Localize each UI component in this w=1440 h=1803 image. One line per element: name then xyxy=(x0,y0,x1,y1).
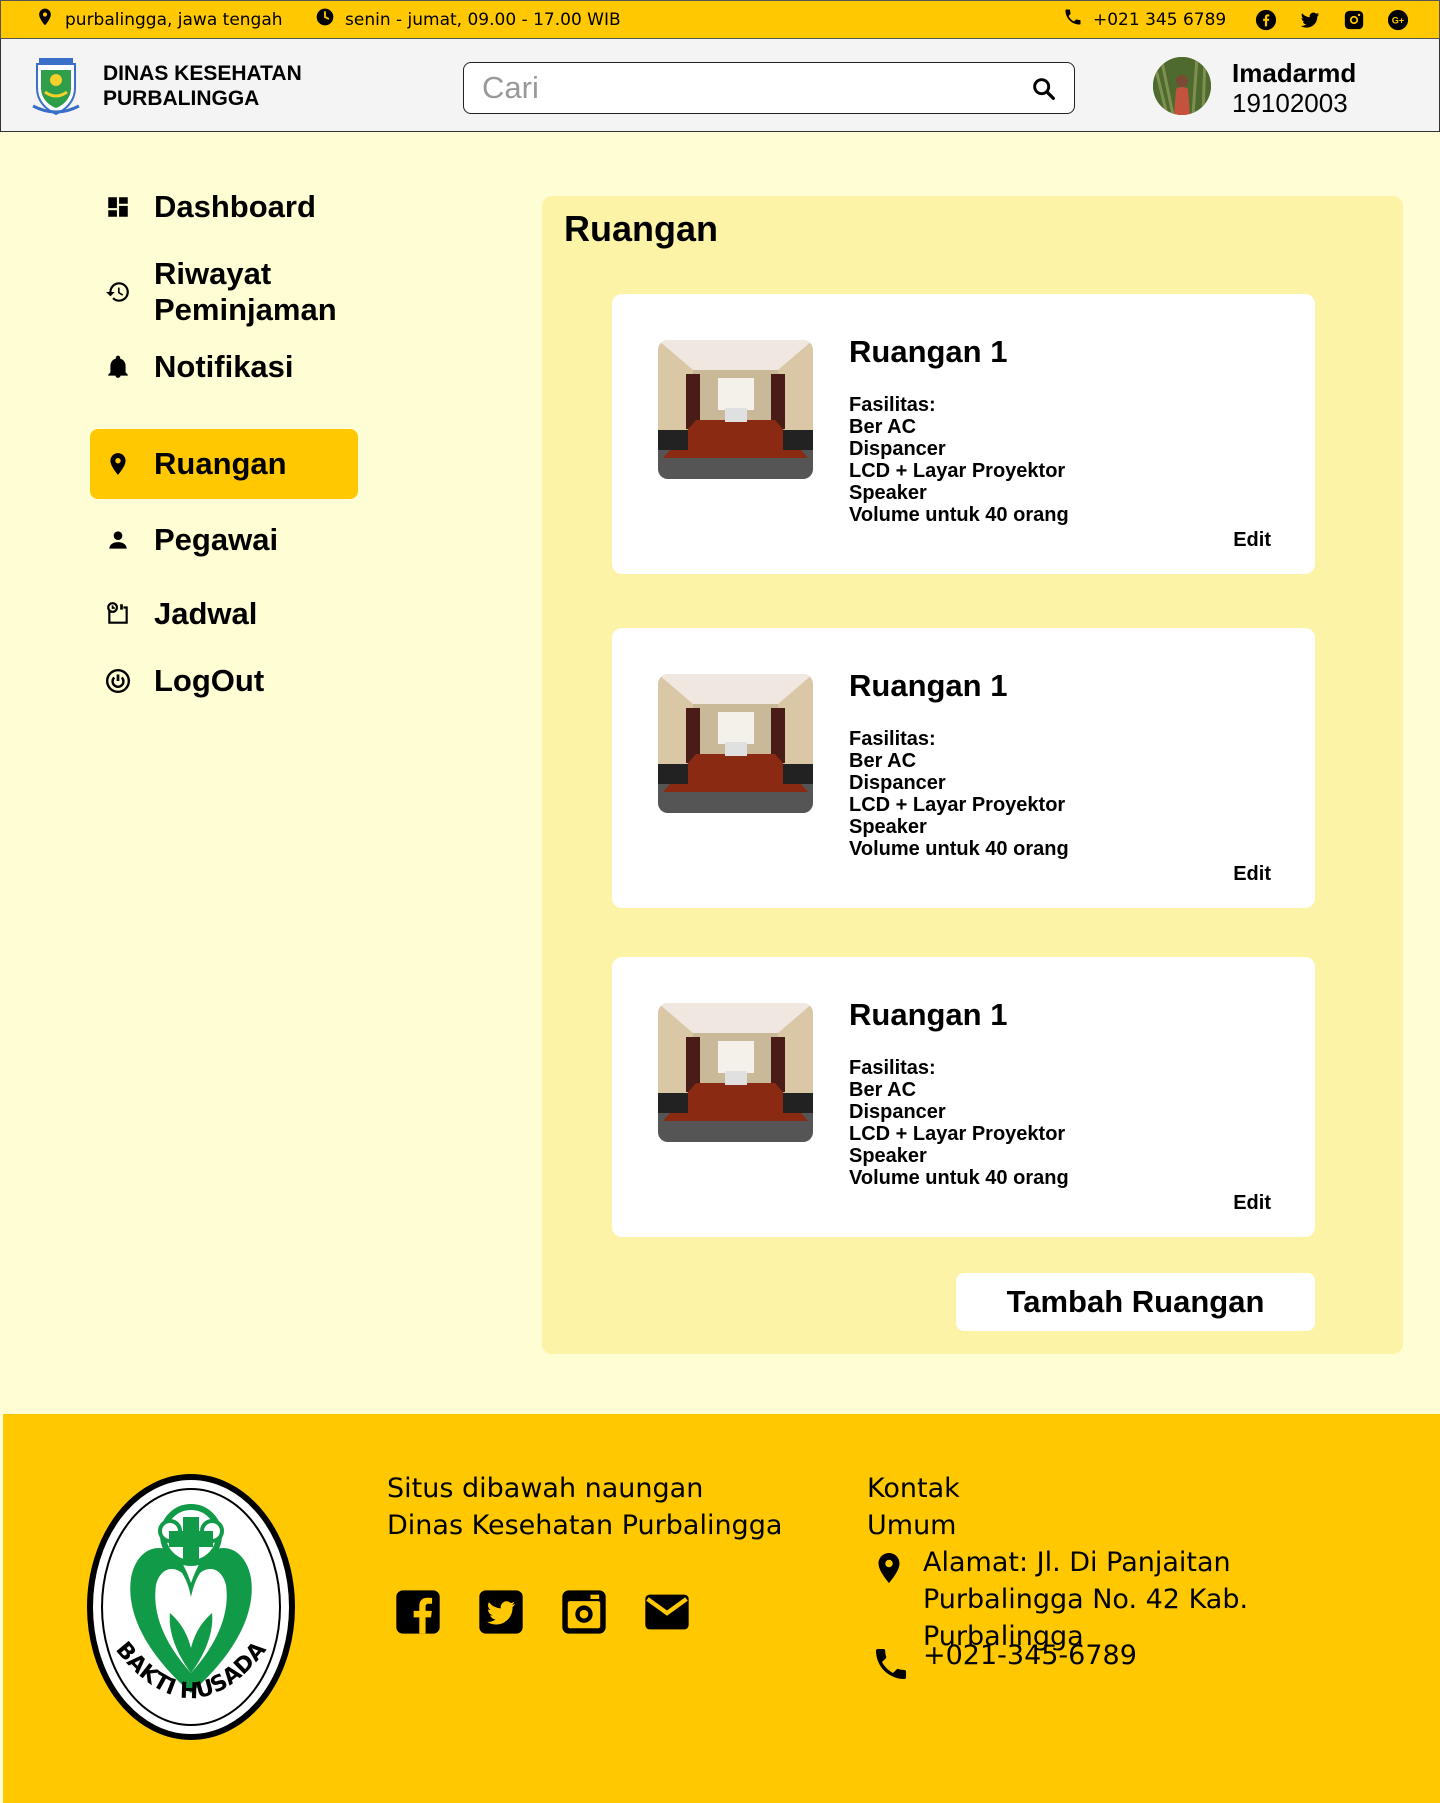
phone-icon xyxy=(1063,7,1083,32)
edit-room-link[interactable]: Edit xyxy=(1233,1192,1271,1215)
location-pin-icon xyxy=(871,1548,907,1588)
facility-line: Speaker xyxy=(849,482,927,504)
history-icon xyxy=(104,278,132,306)
top-social-links: G+ xyxy=(1255,1,1409,38)
location-pin-icon xyxy=(35,7,55,32)
purbalingga-crest-logo[interactable] xyxy=(31,56,81,116)
facility-line: LCD + Layar Proyektor xyxy=(849,460,1066,482)
mail-icon[interactable] xyxy=(641,1586,693,1638)
sidebar-item-label: Notifikasi xyxy=(154,349,294,384)
facility-line: Ber AC xyxy=(849,1079,917,1101)
location-info: purbalingga, jawa tengah xyxy=(35,1,283,38)
sidebar-item-pegawai[interactable]: Pegawai xyxy=(90,505,358,575)
site-header: DINAS KESEHATAN PURBALINGGA Imadarmd 191… xyxy=(0,39,1440,132)
room-card: Ruangan 1 Fasilitas: Ber AC Dispancer LC… xyxy=(612,957,1315,1237)
facility-line: Volume untuk 40 orang xyxy=(849,838,1069,860)
facility-line: Ber AC xyxy=(849,416,917,438)
twitter-icon[interactable] xyxy=(475,1586,527,1638)
top-info-bar: purbalingga, jawa tengah senin - jumat, … xyxy=(0,0,1440,39)
footer-about: Situs dibawah naungan Dinas Kesehatan Pu… xyxy=(387,1473,783,1541)
schedule-icon xyxy=(104,600,132,628)
room-name: Ruangan 1 xyxy=(849,668,1008,703)
hours-info: senin - jumat, 09.00 - 17.00 WIB xyxy=(315,1,621,38)
room-card: Ruangan 1 Fasilitas: Ber AC Dispancer LC… xyxy=(612,294,1315,574)
power-icon xyxy=(104,667,132,695)
facility-line: Speaker xyxy=(849,1145,927,1167)
ruangan-panel: Ruangan Ruangan 1 Fasilitas: Ber AC Disp… xyxy=(542,196,1403,1354)
bakti-husada-logo: BAKTI HUSADA xyxy=(86,1473,296,1741)
location-text: purbalingga, jawa tengah xyxy=(65,9,283,30)
phone-icon xyxy=(871,1644,911,1684)
instagram-icon[interactable] xyxy=(558,1586,610,1638)
sidebar-item-label: LogOut xyxy=(154,663,265,698)
google-plus-icon[interactable]: G+ xyxy=(1387,9,1409,31)
room-facilities: Fasilitas: Ber AC Dispancer LCD + Layar … xyxy=(849,728,1069,860)
room-photo xyxy=(658,674,813,813)
phone-text: +021 345 6789 xyxy=(1093,9,1227,30)
sidebar-item-label: Jadwal xyxy=(154,596,258,631)
edit-room-link[interactable]: Edit xyxy=(1233,529,1271,552)
room-facilities: Fasilitas: Ber AC Dispancer LCD + Layar … xyxy=(849,1057,1069,1189)
add-room-button[interactable]: Tambah Ruangan xyxy=(956,1273,1315,1331)
sidebar-item-ruangan[interactable]: Ruangan xyxy=(90,429,358,499)
user-name: Imadarmd xyxy=(1232,58,1357,88)
facility-line: Volume untuk 40 orang xyxy=(849,1167,1069,1189)
facility-line: Dispancer xyxy=(849,1101,946,1123)
facility-line: LCD + Layar Proyektor xyxy=(849,1123,1066,1145)
sidebar-item-notifikasi[interactable]: Notifikasi xyxy=(90,332,358,402)
room-name: Ruangan 1 xyxy=(849,997,1008,1032)
contact-title: Kontak Umum xyxy=(867,1473,960,1541)
room-name: Ruangan 1 xyxy=(849,334,1008,369)
room-photo xyxy=(658,340,813,479)
sidebar-item-riwayat-peminjaman[interactable]: Riwayat Peminjaman xyxy=(90,256,358,327)
contact-phone: +021-345-6789 xyxy=(923,1640,1137,1671)
sidebar-item-logout[interactable]: LogOut xyxy=(90,646,358,716)
svg-text:G+: G+ xyxy=(1392,15,1404,25)
phone-info: +021 345 6789 xyxy=(1063,1,1226,38)
hours-text: senin - jumat, 09.00 - 17.00 WIB xyxy=(345,9,621,30)
location-pin-icon xyxy=(104,450,132,478)
facility-line: Speaker xyxy=(849,816,927,838)
facility-line: Fasilitas: xyxy=(849,394,936,416)
facility-line: Volume untuk 40 orang xyxy=(849,504,1069,526)
site-footer: BAKTI HUSADA Situs dibawah naungan Dinas… xyxy=(3,1414,1440,1803)
page-title: Ruangan xyxy=(564,208,719,249)
brand-line-1: DINAS KESEHATAN xyxy=(103,62,302,85)
brand-name: DINAS KESEHATAN PURBALINGGA xyxy=(103,61,302,111)
sidebar-item-label: Riwayat Peminjaman xyxy=(154,256,337,327)
avatar[interactable] xyxy=(1153,57,1211,115)
room-photo xyxy=(658,1003,813,1142)
user-id: 19102003 xyxy=(1232,88,1348,118)
facility-line: Fasilitas: xyxy=(849,728,936,750)
room-facilities: Fasilitas: Ber AC Dispancer LCD + Layar … xyxy=(849,394,1069,526)
sidebar-item-label: Dashboard xyxy=(154,189,316,224)
facebook-icon[interactable] xyxy=(392,1586,444,1638)
facility-line: LCD + Layar Proyektor xyxy=(849,794,1066,816)
sidebar-item-label: Pegawai xyxy=(154,522,279,557)
search-input[interactable] xyxy=(482,71,1002,105)
person-icon xyxy=(104,526,132,554)
sidebar-item-dashboard[interactable]: Dashboard xyxy=(90,172,358,242)
edit-room-link[interactable]: Edit xyxy=(1233,863,1271,886)
search-bar xyxy=(463,62,1075,114)
twitter-icon[interactable] xyxy=(1299,9,1321,31)
contact-address: Alamat: Jl. Di Panjaitan Purbalingga No.… xyxy=(923,1547,1249,1652)
room-card: Ruangan 1 Fasilitas: Ber AC Dispancer LC… xyxy=(612,628,1315,908)
sidebar-item-jadwal[interactable]: Jadwal xyxy=(90,579,358,649)
instagram-icon[interactable] xyxy=(1343,9,1365,31)
facility-line: Ber AC xyxy=(849,750,917,772)
search-icon[interactable] xyxy=(1030,75,1058,103)
sidebar-item-label: Ruangan xyxy=(154,446,287,481)
facebook-icon[interactable] xyxy=(1255,9,1277,31)
clock-icon xyxy=(315,7,335,32)
brand-line-2: PURBALINGGA xyxy=(103,87,260,110)
bell-icon xyxy=(104,353,132,381)
facility-line: Dispancer xyxy=(849,438,946,460)
dashboard-icon xyxy=(104,193,132,221)
facility-line: Fasilitas: xyxy=(849,1057,936,1079)
facility-line: Dispancer xyxy=(849,772,946,794)
